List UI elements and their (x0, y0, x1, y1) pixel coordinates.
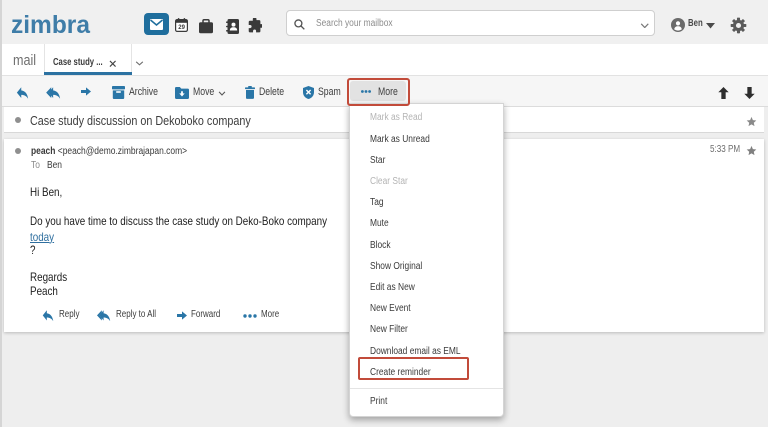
svg-text:29: 29 (178, 25, 185, 31)
